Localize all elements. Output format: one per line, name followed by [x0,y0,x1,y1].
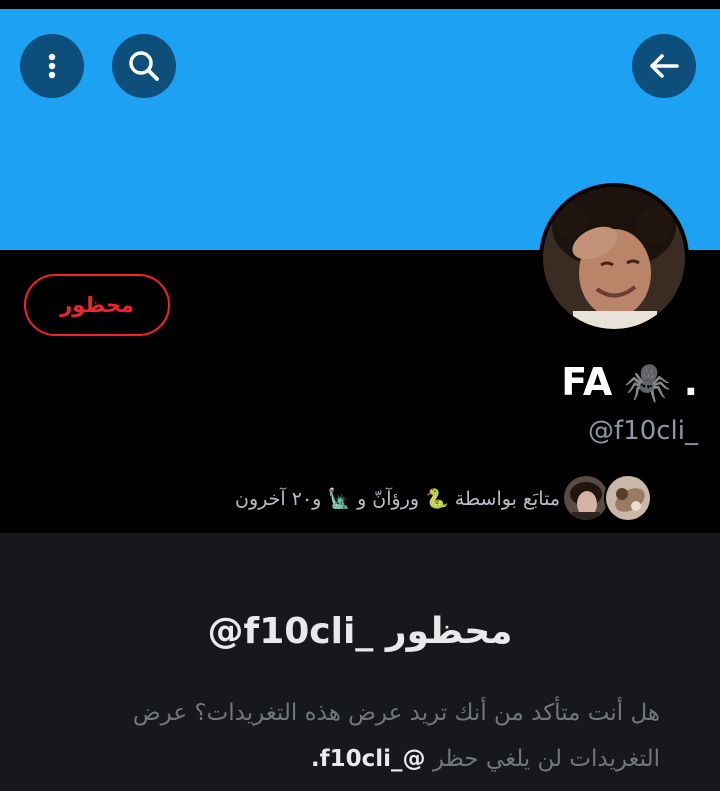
search-button[interactable] [112,34,176,98]
profile-handle: @f10cli_ [588,416,698,446]
search-icon [129,51,159,81]
avatar-photo [543,187,685,329]
more-vertical-icon [48,53,56,79]
name-dot: . [683,360,698,404]
spider-emoji: 🕷️ [624,359,672,404]
blocked-button-label: محظور [60,293,134,317]
profile-avatar[interactable] [539,183,689,333]
followed-by-text: متابَع بواسطة 🐍 ورؤآنّ و 🗽 و٢٠ آخرون [235,487,560,510]
back-button[interactable] [632,34,696,98]
blocked-notice-handle: @_f10cli. [310,746,426,772]
blocked-button[interactable]: محظور [24,274,170,336]
more-options-button[interactable] [20,34,84,98]
arrow-left-icon [650,54,679,78]
status-strip [0,0,720,9]
follower-avatar [604,474,652,522]
follower-avatar [562,474,610,522]
display-name: FA 🕷️ . [561,358,698,406]
blocked-notice-title: @f10cli_ محظور [207,611,513,652]
followed-by-row[interactable]: متابَع بواسطة 🐍 ورؤآنّ و 🗽 و٢٠ آخرون [172,473,652,523]
blocked-notice-description: هل أنت متأكد من أنك تريد عرض هذه التغريد… [60,690,660,782]
display-name-text: FA [561,360,613,404]
